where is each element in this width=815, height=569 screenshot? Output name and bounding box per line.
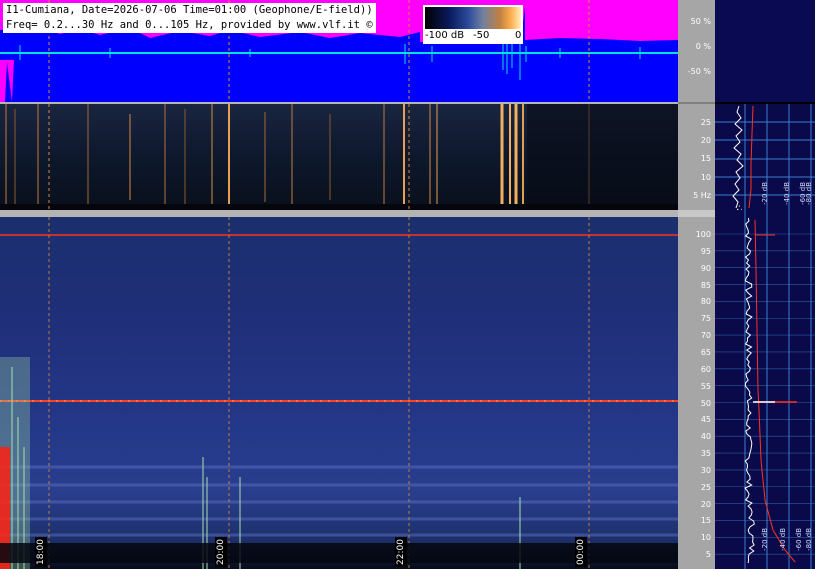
main-frequency-tick: 90	[700, 263, 711, 273]
low-frequency-tick: 5 Hz	[693, 191, 711, 200]
main-frequency-profile: -20 dB -40 dB -60 dB -80 dB	[715, 210, 815, 569]
color-scale-max-label: 0	[515, 30, 522, 41]
waveform-side-panel	[715, 0, 815, 102]
main-frequency-tick: 25	[700, 482, 711, 492]
time-label: 22:00	[395, 537, 407, 567]
waveform-axis: 50 % 0 % -50 %	[678, 0, 715, 102]
main-frequency-tick: 100	[695, 230, 711, 239]
main-frequency-tick: 15	[700, 516, 711, 526]
low-frequency-tick: 15	[700, 154, 711, 163]
main-frequency-axis: 100 95 90 85 80 75 70 65 60 55 50 45 40 35 30 25 20 15 10 5	[678, 217, 715, 569]
profile-axis-label: -20 dB	[761, 528, 769, 551]
low-frequency-tick: 10	[700, 173, 711, 182]
profile-axis-label: -40 dB	[783, 182, 791, 205]
profile-axis-label: -80 dB	[805, 182, 813, 205]
main-frequency-tick: 65	[700, 347, 711, 357]
waveform-tick: -50 %	[687, 67, 711, 76]
main-frequency-tick: 55	[700, 381, 711, 391]
main-frequency-tick: 35	[700, 449, 711, 459]
color-scale: -100 dB -50 0	[423, 5, 523, 44]
low-frequency-tick: 20	[700, 136, 711, 145]
main-frequency-tick: 10	[700, 533, 711, 543]
main-frequency-tick: 70	[700, 331, 711, 341]
color-scale-min-label: -100 dB	[425, 30, 465, 41]
main-frequency-tick: 80	[700, 297, 711, 307]
main-profile-plot	[715, 210, 815, 569]
main-frequency-tick: 45	[700, 415, 711, 425]
time-label: 00:00	[575, 537, 587, 567]
low-frequency-profile: -20 dB -20 dB -40 dB -60 dB -80 dB	[715, 104, 815, 210]
frequency-info: Freq= 0.2...30 Hz and 0...105 Hz, provid…	[6, 19, 373, 31]
panel-separator	[0, 210, 678, 217]
profile-axis-label: -20 dB	[761, 182, 769, 205]
time-label: 20:00	[215, 537, 227, 567]
main-frequency-tick: 40	[700, 432, 711, 442]
main-frequency-tick: 60	[700, 364, 711, 374]
main-frequency-tick: 95	[700, 246, 711, 256]
main-spectrogram-plot	[0, 217, 678, 569]
spectrogram-view: I1-Cumiana, Date=2026-07-06 Time=01:00 (…	[0, 0, 815, 569]
axis-separator	[678, 210, 715, 217]
low-frequency-axis: 25 20 15 10 5 Hz	[678, 104, 715, 210]
header-info-box: I1-Cumiana, Date=2026-07-06 Time=01:00 (…	[3, 3, 376, 33]
time-label: 18:00	[35, 537, 47, 567]
main-frequency-tick: 20	[700, 499, 711, 509]
main-frequency-tick: 30	[700, 465, 711, 475]
main-spectrogram	[0, 217, 678, 569]
main-frequency-tick: 5	[705, 550, 711, 560]
low-frequency-spectrogram	[0, 104, 678, 210]
main-frequency-tick: 85	[700, 280, 711, 290]
waveform-tick: 50 %	[690, 17, 711, 26]
low-frequency-tick: 25	[700, 118, 711, 127]
color-scale-mid-label: -50	[473, 30, 490, 41]
main-frequency-tick: 50	[700, 398, 711, 408]
color-scale-gradient	[425, 7, 521, 29]
station-title: I1-Cumiana, Date=2026-07-06 Time=01:00 (…	[6, 4, 373, 16]
profile-axis-label: -40 dB	[779, 528, 787, 551]
profile-axis-label: -80 dB	[805, 528, 813, 551]
profile-axis-label: -60 dB	[795, 528, 803, 551]
waveform-tick: 0 %	[695, 42, 711, 51]
low-frequency-plot	[0, 104, 678, 210]
main-frequency-tick: 75	[700, 314, 711, 324]
